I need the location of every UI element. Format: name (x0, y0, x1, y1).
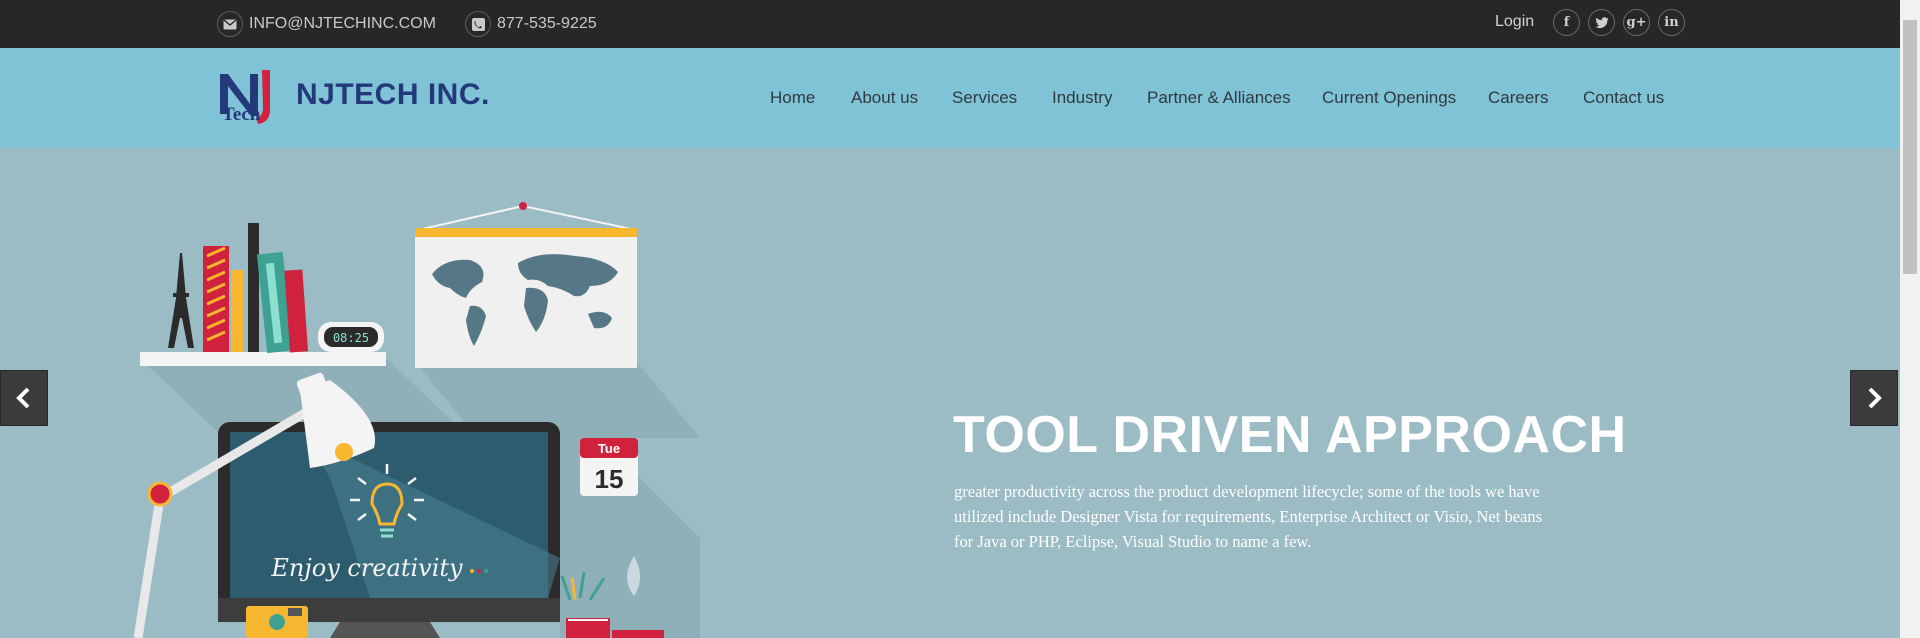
twitter-icon[interactable] (1588, 9, 1615, 36)
google-plus-icon[interactable]: g+ (1623, 9, 1650, 36)
hero-description: greater productivity across the product … (954, 482, 1543, 551)
eiffel-tower-icon (168, 253, 194, 348)
calendar-icon: Tue 15 (580, 438, 638, 496)
digital-clock-icon: 08:25 (318, 322, 384, 352)
nav-current-openings[interactable]: Current Openings (1322, 88, 1456, 108)
envelope-icon (217, 11, 243, 37)
calendar-day: Tue (598, 441, 620, 456)
scrollbar-thumb[interactable] (1903, 20, 1917, 274)
books-icon (203, 223, 309, 354)
nav-partner-alliances[interactable]: Partner & Alliances (1147, 88, 1291, 108)
nav-home[interactable]: Home (770, 88, 815, 108)
main-nav: Home About us Services Industry Partner … (0, 48, 1900, 148)
chevron-right-icon (1868, 387, 1882, 409)
nav-about-us[interactable]: About us (851, 88, 918, 108)
facebook-icon[interactable]: f (1553, 9, 1580, 36)
nav-contact-us[interactable]: Contact us (1583, 88, 1664, 108)
email-link[interactable]: INFO@NJTECHINC.COM (217, 11, 436, 37)
login-link[interactable]: Login (1495, 13, 1534, 31)
slider-prev-button[interactable] (0, 370, 48, 426)
chevron-left-icon (16, 387, 30, 409)
linkedin-icon[interactable]: in (1658, 9, 1685, 36)
phone-icon (465, 11, 491, 37)
top-bar: INFO@NJTECHINC.COM 877-535-9225 Login f … (0, 0, 1920, 48)
site-header: Tech NJTECH INC. Home About us Services … (0, 48, 1900, 148)
workspace-illustration: 08:25 Enjoy creativity Tue 15 (133, 202, 700, 638)
email-text: INFO@NJTECHINC.COM (249, 15, 436, 32)
hero-title: TOOL DRIVEN APPROACH (953, 406, 1627, 464)
phone-link[interactable]: 877-535-9225 (465, 11, 597, 37)
social-links: f g+ in (1553, 9, 1685, 36)
screen-tagline: Enjoy creativity (270, 554, 463, 582)
calendar-date: 15 (595, 464, 624, 494)
nav-services[interactable]: Services (952, 88, 1017, 108)
camera-icon (246, 606, 308, 638)
hero-slider: 08:25 Enjoy creativity Tue 15 TOOL DRIVE… (0, 148, 1900, 638)
clock-time: 08:25 (333, 331, 369, 345)
nav-careers[interactable]: Careers (1488, 88, 1548, 108)
nav-industry[interactable]: Industry (1052, 88, 1112, 108)
page-scrollbar[interactable] (1900, 0, 1920, 638)
phone-text: 877-535-9225 (497, 15, 597, 32)
slider-next-button[interactable] (1850, 370, 1898, 426)
